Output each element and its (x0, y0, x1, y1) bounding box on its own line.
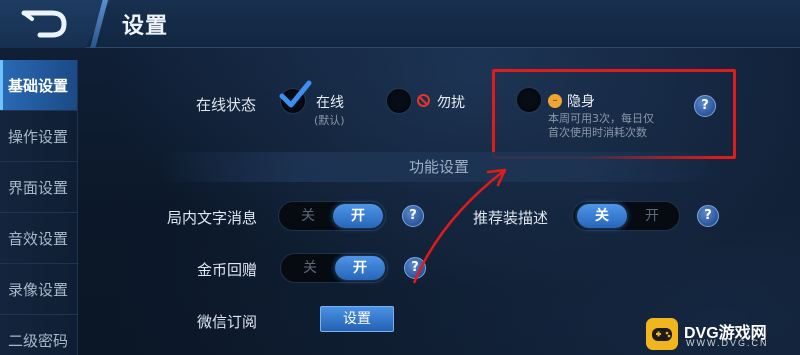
gold-gift-toggle[interactable]: 关 开 (280, 253, 388, 283)
help-icon[interactable]: ? (404, 257, 426, 279)
in-game-text-toggle[interactable]: 关 开 (278, 201, 386, 231)
recommend-equip-toggle[interactable]: 关 开 (572, 201, 680, 231)
wechat-setup-button[interactable]: 设置 (320, 306, 394, 332)
watermark: DVG游戏网 WWW.DVG.CN (646, 318, 794, 352)
sidebar-item-label: 基础设置 (8, 76, 69, 95)
option-online-label: 在线 (316, 95, 344, 111)
sidebar-item-label: 录像设置 (8, 280, 69, 299)
sidebar: 基础设置 操作设置 界面设置 音效设置 录像设置 二级密码 (0, 60, 80, 355)
back-arrow-icon (21, 10, 67, 38)
highlight-box (492, 69, 736, 159)
in-game-text-label: 局内文字消息 (167, 209, 258, 227)
toggle-on-option[interactable]: 开 (627, 204, 677, 228)
sidebar-item-label: 音效设置 (8, 229, 69, 248)
sidebar-item-interface[interactable]: 界面设置 (0, 162, 78, 213)
watermark-url: WWW.DVG.CN (686, 338, 769, 348)
sidebar-item-controls[interactable]: 操作设置 (0, 111, 78, 162)
gold-gift-label: 金币回赠 (197, 261, 258, 279)
check-icon (279, 80, 312, 108)
toggle-off-option[interactable]: 关 (283, 204, 333, 228)
header-bar: 设置 (0, 0, 800, 48)
help-icon[interactable]: ? (402, 205, 424, 227)
sidebar-item-replay[interactable]: 录像设置 (0, 264, 78, 315)
sidebar-item-sound[interactable]: 音效设置 (0, 213, 78, 264)
option-online-sub: (默认) (314, 114, 345, 127)
toggle-off-option[interactable]: 关 (577, 204, 627, 228)
online-status-label: 在线状态 (196, 96, 257, 114)
sidebar-item-label: 操作设置 (8, 127, 69, 146)
toggle-on-option[interactable]: 开 (335, 256, 385, 280)
toggle-on-option[interactable]: 开 (333, 204, 383, 228)
radio-dnd[interactable] (386, 88, 412, 114)
recommend-equip-label: 推荐装描述 (473, 209, 549, 227)
sidebar-item-basic[interactable]: 基础设置 (0, 60, 78, 111)
gamepad-logo-icon (646, 318, 678, 350)
no-disturb-icon (417, 94, 430, 107)
sidebar-item-label: 二级密码 (8, 331, 69, 350)
sidebar-item-label: 界面设置 (8, 178, 69, 197)
section-title: 功能设置 (409, 158, 470, 176)
sidebar-item-password[interactable]: 二级密码 (0, 315, 78, 355)
wechat-sub-label: 微信订阅 (197, 313, 258, 331)
toggle-off-option[interactable]: 关 (285, 256, 335, 280)
option-dnd-label: 勿扰 (437, 95, 465, 111)
help-icon[interactable]: ? (697, 205, 719, 227)
page-title: 设置 (122, 14, 169, 39)
